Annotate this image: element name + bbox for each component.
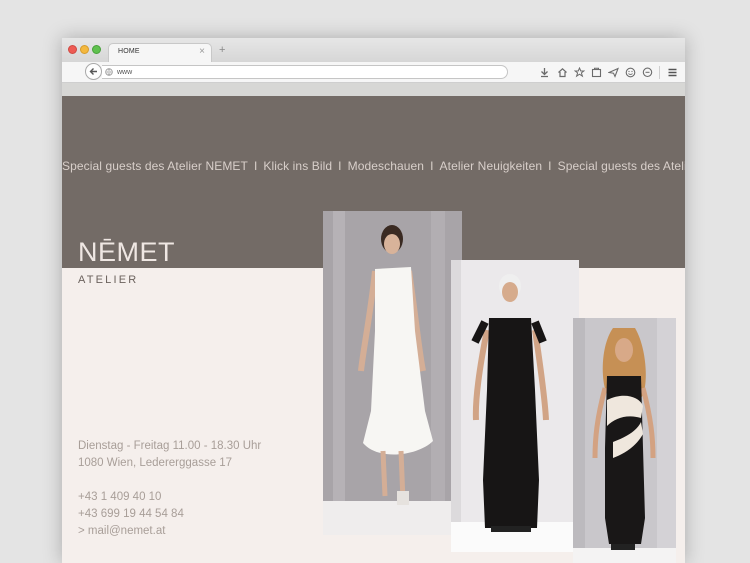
toolbar-divider (659, 66, 660, 79)
bookmarks-list-icon[interactable] (591, 67, 602, 78)
minimize-window-button[interactable] (80, 45, 89, 54)
bookmark-star-icon[interactable] (574, 67, 585, 78)
smiley-icon[interactable] (625, 67, 636, 78)
nav-item-special-guests[interactable]: Special guests des Atelier NEMET (62, 159, 248, 173)
browser-toolbar (62, 62, 685, 83)
globe-icon (105, 68, 113, 76)
main-navigation: Special guests des Atelier NEMET I Klick i… (62, 159, 685, 173)
home-icon[interactable] (557, 67, 568, 78)
send-icon[interactable] (608, 67, 619, 78)
back-arrow-icon (89, 68, 97, 75)
back-button[interactable] (85, 63, 102, 80)
nav-separator: I (253, 159, 258, 173)
photo-black-dress[interactable] (451, 260, 579, 552)
mobile-number: +43 699 19 44 54 84 (78, 508, 184, 520)
tab-bar: HOME × + (62, 38, 685, 62)
menu-icon[interactable] (667, 67, 678, 78)
nav-separator: I (548, 159, 552, 173)
nav-item-atelier-neuigkeiten[interactable]: Atelier Neuigkeiten (440, 159, 543, 173)
browser-tab-home[interactable]: HOME × (108, 43, 212, 62)
new-tab-button[interactable]: + (219, 44, 225, 56)
brand-subtitle: ATELIER (78, 274, 139, 286)
nav-item-klick-ins-bild[interactable]: Klick ins Bild (263, 159, 332, 173)
browser-window: HOME × + www Special guests des Atelier … (62, 38, 685, 563)
tab-close-icon[interactable]: × (199, 46, 205, 58)
toolbar-strip (62, 83, 685, 96)
photo-white-dress[interactable] (323, 211, 462, 535)
tab-title: HOME (118, 48, 140, 55)
phone-number: +43 1 409 40 10 (78, 491, 162, 503)
opening-hours: Dienstag - Freitag 11.00 - 18.30 Uhr (78, 440, 262, 452)
download-icon[interactable] (539, 67, 550, 78)
nav-item-modeschauen[interactable]: Modeschauen (348, 159, 425, 173)
chat-icon[interactable] (642, 67, 653, 78)
nav-item-special-guests-2[interactable]: Special guests des Atelier (558, 159, 685, 173)
address: 1080 Wien, Ledererggasse 17 (78, 457, 233, 469)
url-input[interactable] (117, 67, 477, 77)
nav-separator: I (338, 159, 342, 173)
photo-pattern-dress[interactable] (573, 318, 676, 563)
brand-logo[interactable]: NĒMET (78, 237, 175, 268)
nav-separator: I (430, 159, 434, 173)
maximize-window-button[interactable] (92, 45, 101, 54)
email-link-text[interactable]: > mail@nemet.at (78, 525, 165, 537)
address-bar[interactable] (102, 65, 508, 79)
email-link[interactable]: > mail@nemet.at (78, 523, 165, 540)
close-window-button[interactable] (68, 45, 77, 54)
